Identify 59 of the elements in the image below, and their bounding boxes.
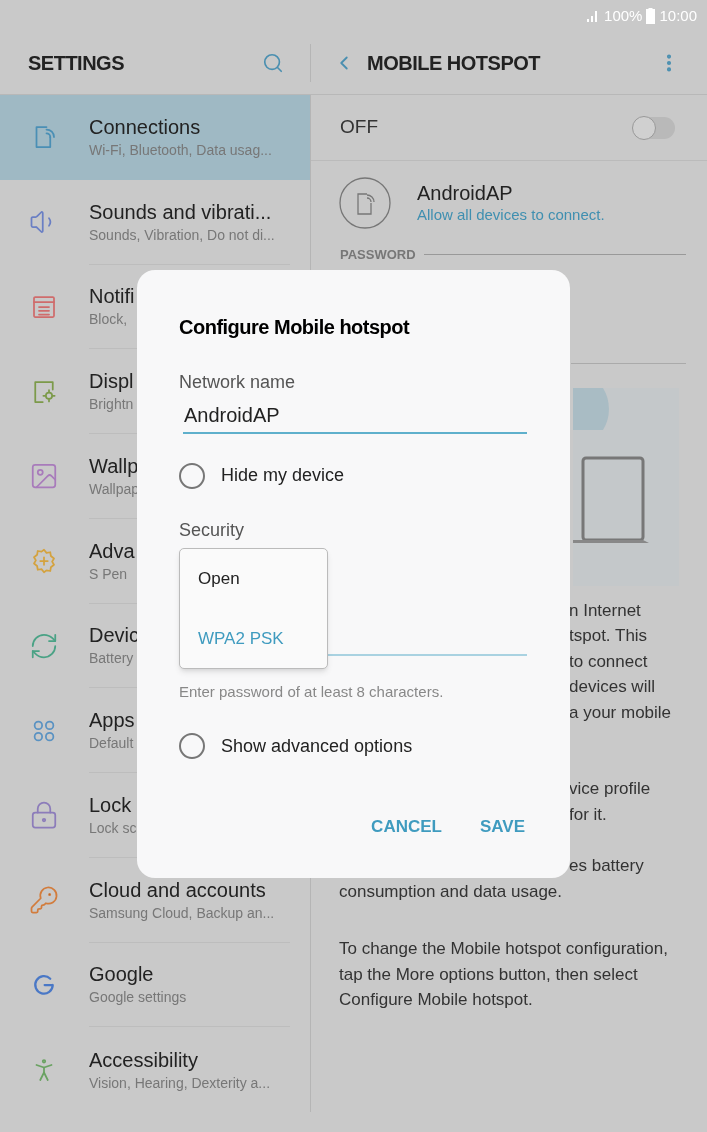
item-subtitle: Default (89, 734, 134, 754)
switch-label: OFF (340, 115, 378, 140)
item-subtitle: Battery (89, 649, 134, 669)
search-icon[interactable] (262, 52, 284, 74)
key-icon (28, 885, 59, 916)
description-line: consumption and data usage. (339, 880, 564, 903)
radio-button[interactable] (179, 733, 205, 759)
radio-label: Show advanced options (221, 734, 413, 758)
item-title: Apps (89, 708, 135, 734)
item-title: Cloud and accounts (89, 877, 266, 903)
description-line: vice profile (569, 778, 652, 800)
description-line: a your mobile (569, 701, 673, 724)
item-title: Connections (89, 115, 201, 141)
item-subtitle: Wallpap (89, 479, 140, 499)
description-line: devices will (569, 676, 656, 698)
hint-text: Enter password of at least 8 characters. (179, 682, 445, 702)
connection-status: Allow all devices to connect. (417, 205, 605, 225)
item-subtitle: Lock sc (89, 818, 137, 838)
item-title: Displ (89, 369, 134, 395)
section-header: PASSWORD (340, 246, 416, 264)
item-subtitle: Block, (89, 310, 128, 330)
item-subtitle: Samsung Cloud, Backup an... (89, 903, 275, 923)
description-line: n Internet (569, 599, 642, 622)
sidebar-item[interactable]: Sounds and vibrati... Sounds, Vibration, Do not di... (0, 179, 310, 265)
item-subtitle: Sounds, Vibration, Do not di... (89, 225, 275, 245)
battery-icon (646, 8, 656, 24)
description-line: for it. (569, 803, 608, 826)
item-title: Google (89, 962, 154, 988)
field-label: Security (179, 519, 246, 542)
item-title: Devic (89, 623, 139, 649)
description-line: es battery (569, 855, 645, 877)
item-title: Sounds and vibrati... (89, 199, 272, 225)
description-line: to connect (569, 650, 649, 673)
toggle-switch[interactable] (633, 116, 675, 139)
radio-button[interactable] (179, 462, 205, 489)
item-title: Lock (89, 792, 132, 818)
sidebar-item[interactable]: Connections Wi-Fi, Bluetooth, Data usag... (0, 95, 310, 180)
item-subtitle: Vision, Hearing, Dexterity a... (89, 1073, 271, 1093)
radio-label: Hide my device (221, 464, 345, 487)
field-label: Network name (179, 371, 297, 394)
network-name-field[interactable]: AndroidAP (183, 398, 527, 434)
item-title: Adva (89, 538, 135, 564)
network-name: AndroidAP (417, 181, 514, 205)
item-title: Wallp (89, 453, 139, 479)
item-subtitle: Brightn (89, 395, 134, 415)
help-paragraph: To change the Mobile hotspot configuration, tap the More options button, then select Configure Mobile hotspot. (339, 938, 669, 1011)
dropdown-option[interactable]: Open (180, 549, 327, 609)
item-subtitle: Wi-Fi, Bluetooth, Data usag... (89, 141, 272, 161)
sidebar-item[interactable]: Accessibility Vision, Hearing, Dexterity a... (0, 1027, 310, 1112)
item-title: Accessibility (89, 1047, 198, 1073)
item-title: Notifi (89, 284, 135, 310)
hotspot-circle-icon (339, 177, 391, 229)
item-subtitle: S Pen (89, 564, 128, 584)
page-title: MOBILE HOTSPOT (367, 51, 540, 76)
settings-title: SETTINGS (28, 51, 124, 76)
description-line: tspot. This (569, 625, 649, 647)
dialog-title: Configure Mobile hotspot (179, 315, 411, 340)
item-subtitle: Google settings (89, 988, 187, 1008)
sidebar-item[interactable]: Google Google settings (0, 942, 310, 1028)
